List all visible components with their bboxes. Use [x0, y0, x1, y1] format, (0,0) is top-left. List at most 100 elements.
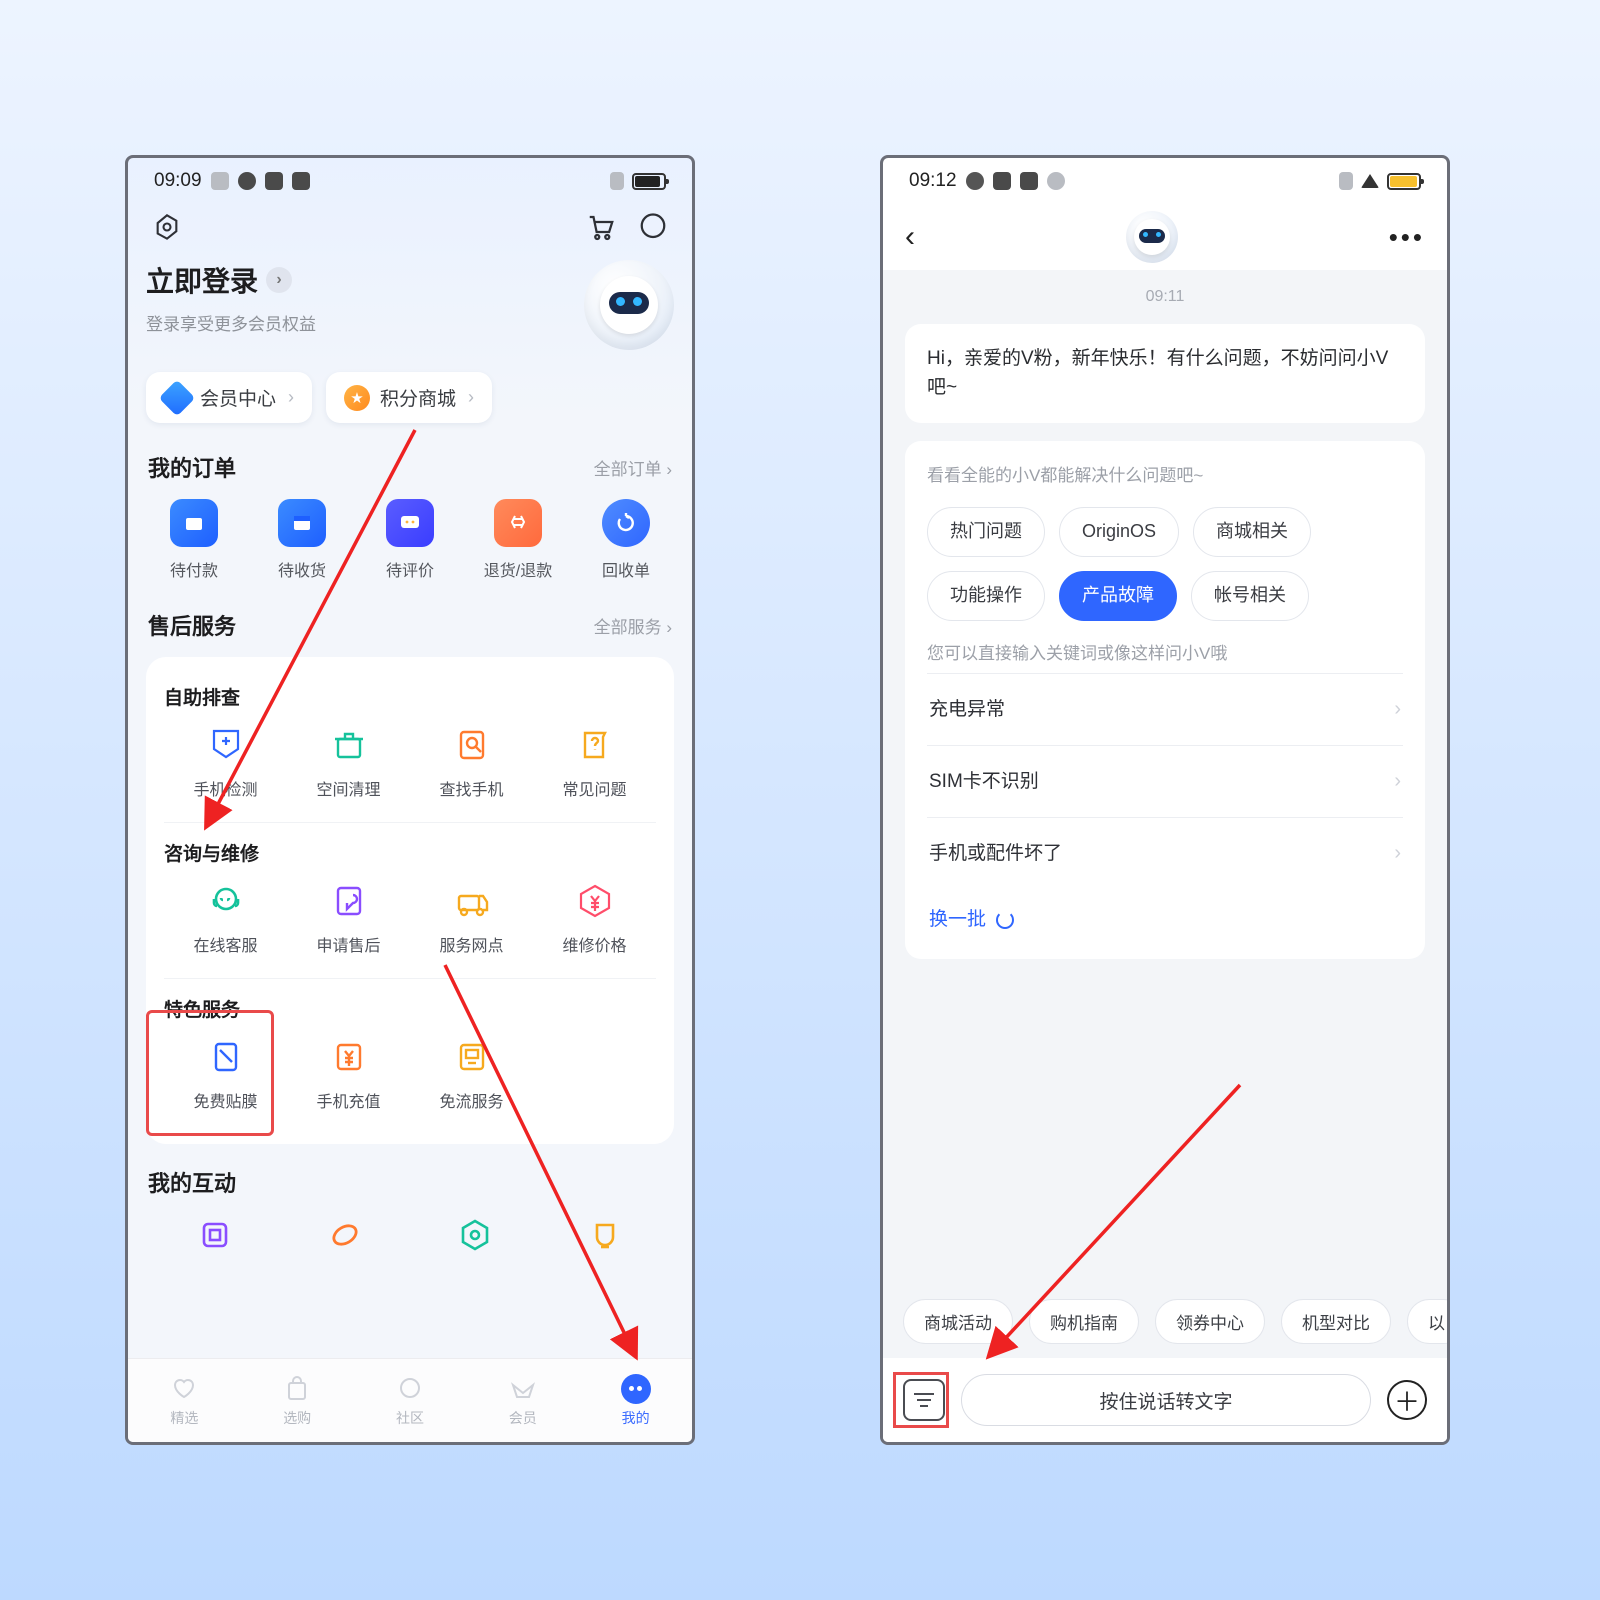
card-hint: 看看全能的小V都能解决什么问题吧~: [927, 463, 1403, 489]
chat-input-bar: 按住说话转文字 ＋: [883, 1358, 1447, 1442]
voice-input[interactable]: 按住说话转文字: [961, 1374, 1371, 1426]
phone-recharge[interactable]: 手机充值: [287, 1036, 410, 1112]
back-button[interactable]: ‹: [905, 220, 915, 254]
topic-chips: 热门问题 OriginOS 商城相关 功能操作 产品故障 帐号相关: [927, 507, 1403, 621]
sim-icon: [610, 172, 624, 190]
phone-check[interactable]: 手机检测: [164, 724, 287, 800]
consult-repair-title: 咨询与维修: [164, 839, 656, 866]
wifi-icon: [1361, 174, 1379, 188]
tab-mine[interactable]: 我的: [579, 1359, 692, 1442]
interaction-item[interactable]: [540, 1214, 670, 1256]
apply-aftersale[interactable]: 申请售后: [287, 880, 410, 956]
chip-mall[interactable]: 商城相关: [1193, 507, 1311, 557]
interaction-item[interactable]: [150, 1214, 280, 1256]
faq-broken[interactable]: 手机或配件坏了›: [927, 817, 1403, 889]
suggestion-chip[interactable]: 领券中心: [1155, 1299, 1265, 1344]
refresh-button[interactable]: 换一批: [927, 889, 1403, 940]
service-title: 售后服务: [148, 609, 236, 641]
phone-chat: 09:12 ‹ ••• 09:11 Hi，亲爱的V粉，新年快乐！有什么问题，: [880, 155, 1450, 1445]
status-icon: [211, 172, 229, 190]
login-subtitle: 登录享受更多会员权益: [146, 310, 316, 335]
chat-header: ‹ •••: [883, 204, 1447, 270]
faq[interactable]: 常见问题: [533, 724, 656, 800]
status-icon: [292, 172, 310, 190]
status-icon: [993, 172, 1011, 190]
tab-featured[interactable]: 精选: [128, 1359, 241, 1442]
cart-icon[interactable]: [586, 212, 616, 242]
profile-topbar: [146, 204, 674, 260]
service-all-link[interactable]: 全部服务 ›: [594, 613, 672, 638]
service-location[interactable]: 服务网点: [410, 880, 533, 956]
phone-profile: 09:09: [125, 155, 695, 1445]
faq-sim[interactable]: SIM卡不识别›: [927, 745, 1403, 817]
faq-charging[interactable]: 充电异常›: [927, 673, 1403, 745]
tab-shop[interactable]: 选购: [241, 1359, 354, 1442]
interaction-title: 我的互动: [148, 1166, 236, 1198]
status-icon: [265, 172, 283, 190]
chip-product-fault[interactable]: 产品故障: [1059, 571, 1177, 621]
greeting-bubble: Hi，亲爱的V粉，新年快乐！有什么问题，不妨问问小V吧~: [905, 324, 1425, 423]
suggestion-chip[interactable]: 商城活动: [903, 1299, 1013, 1344]
diamond-icon: [159, 379, 196, 416]
order-return[interactable]: 退货/退款: [472, 499, 564, 581]
status-icon: [1047, 172, 1065, 190]
order-pending-receive[interactable]: 待收货: [256, 499, 348, 581]
self-check-title: 自助排查: [164, 683, 656, 710]
orders-row: 待付款 待收货 待评价 退货/退款 回收单: [146, 499, 674, 581]
card-sub-hint: 您可以直接输入关键词或像这样问小V哦: [927, 641, 1403, 667]
order-recycle[interactable]: 回收单: [580, 499, 672, 581]
battery-icon: [1387, 173, 1421, 190]
free-data[interactable]: 免流服务: [410, 1036, 533, 1112]
chip-originos[interactable]: OriginOS: [1059, 507, 1179, 557]
chip-function[interactable]: 功能操作: [927, 571, 1045, 621]
message-icon[interactable]: [638, 212, 668, 242]
status-bar: 09:12: [883, 158, 1447, 204]
chat-timestamp: 09:11: [883, 288, 1447, 306]
suggestion-chip[interactable]: 购机指南: [1029, 1299, 1139, 1344]
suggestion-chip[interactable]: 机型对比: [1281, 1299, 1391, 1344]
find-phone[interactable]: 查找手机: [410, 724, 533, 800]
online-service[interactable]: 在线客服: [164, 880, 287, 956]
member-label: 会员中心: [200, 384, 276, 411]
login-button[interactable]: 立即登录 ›: [146, 260, 316, 300]
bot-avatar[interactable]: [584, 260, 674, 350]
repair-price[interactable]: 维修价格: [533, 880, 656, 956]
bottom-tab-bar: 精选 选购 社区 会员 我的: [128, 1358, 692, 1442]
suggestion-chip[interactable]: 以: [1407, 1299, 1447, 1344]
chevron-right-icon: ›: [266, 267, 292, 293]
suggestion-row: 商城活动 购机指南 领券中心 机型对比 以: [883, 1299, 1447, 1358]
status-time: 09:09: [154, 170, 202, 192]
chip-hot[interactable]: 热门问题: [927, 507, 1045, 557]
interaction-item[interactable]: [280, 1214, 410, 1256]
chevron-right-icon: ›: [468, 387, 474, 408]
chip-account[interactable]: 帐号相关: [1191, 571, 1309, 621]
topic-card: 看看全能的小V都能解决什么问题吧~ 热门问题 OriginOS 商城相关 功能操…: [905, 441, 1425, 959]
special-service-title: 特色服务: [164, 995, 656, 1022]
plus-button[interactable]: ＋: [1387, 1380, 1427, 1420]
order-pending-review[interactable]: 待评价: [364, 499, 456, 581]
points-label: 积分商城: [380, 384, 456, 411]
bot-avatar[interactable]: [1126, 211, 1178, 263]
refresh-icon: [996, 911, 1014, 929]
member-center-button[interactable]: 会员中心 ›: [146, 372, 312, 423]
login-title-text: 立即登录: [146, 260, 258, 300]
more-button[interactable]: •••: [1389, 222, 1425, 253]
status-bar: 09:09: [128, 158, 692, 204]
orders-all-link[interactable]: 全部订单 ›: [594, 455, 672, 480]
status-icon: [238, 172, 256, 190]
order-pending-pay[interactable]: 待付款: [148, 499, 240, 581]
tab-community[interactable]: 社区: [354, 1359, 467, 1442]
free-screen-film[interactable]: 免费贴膜: [164, 1036, 287, 1112]
tab-member[interactable]: 会员: [466, 1359, 579, 1442]
storage-clean[interactable]: 空间清理: [287, 724, 410, 800]
star-icon: [344, 385, 370, 411]
interaction-item[interactable]: [410, 1214, 540, 1256]
keyboard-toggle-button[interactable]: [903, 1379, 945, 1421]
service-card: 自助排查 手机检测 空间清理 查找手机 常见问题 咨询与维修 在线客服 申请售后…: [146, 657, 674, 1144]
chevron-right-icon: ›: [288, 387, 294, 408]
points-mall-button[interactable]: 积分商城 ›: [326, 372, 492, 423]
settings-hex-icon[interactable]: [152, 212, 182, 242]
sim-icon: [1339, 172, 1353, 190]
status-icon: [966, 172, 984, 190]
status-icon: [1020, 172, 1038, 190]
